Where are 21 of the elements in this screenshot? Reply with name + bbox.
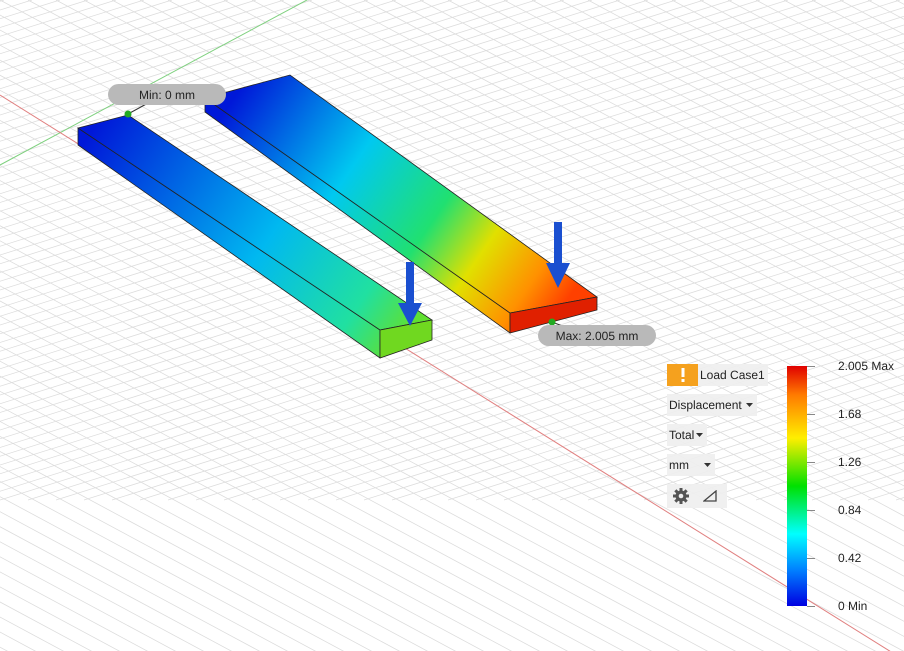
scale-label: 0.84	[838, 503, 862, 517]
result-type-dropdown[interactable]: Displacement	[667, 394, 757, 416]
settings-icon[interactable]	[673, 488, 689, 504]
caret-icon	[704, 463, 711, 467]
caret-icon	[696, 433, 703, 437]
triangle-icon[interactable]	[703, 490, 717, 502]
arrow-icon	[398, 262, 422, 326]
component-dropdown[interactable]: Total	[667, 424, 707, 446]
scale-label: 1.26	[838, 455, 862, 469]
unit-dropdown[interactable]: mm	[667, 454, 715, 476]
scale-label: 0 Min	[838, 599, 868, 613]
arrow-icon	[546, 222, 570, 288]
caret-icon	[746, 403, 753, 407]
scale-label: 0.42	[838, 551, 862, 565]
scale-label: 1.68	[838, 407, 862, 421]
marker-dot-icon	[124, 110, 132, 118]
max-value-label: Max: 2.005 mm	[538, 325, 656, 346]
load-case-dropdown[interactable]: Load Case1	[698, 364, 768, 386]
min-value-label: Min: 0 mm	[108, 84, 226, 105]
scale-label: 2.005 Max	[838, 359, 894, 373]
marker-dot-icon	[548, 318, 556, 326]
